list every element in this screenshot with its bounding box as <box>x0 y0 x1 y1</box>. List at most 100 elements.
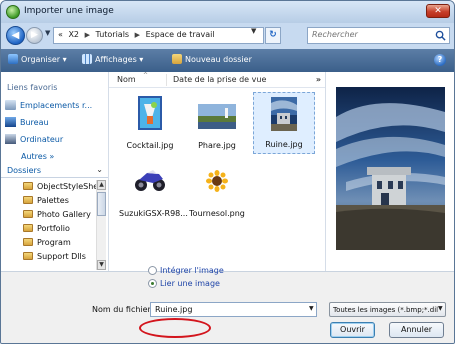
chevron-right-icon[interactable]: ▶ <box>135 31 140 39</box>
favorite-label: Bureau <box>20 118 49 127</box>
search-input[interactable] <box>312 30 430 39</box>
folder-item[interactable]: Photo Gallery <box>23 210 91 219</box>
folder-item[interactable]: Program <box>23 238 71 247</box>
forward-button[interactable]: ▶ <box>26 27 43 44</box>
link-label: Lier une image <box>160 279 220 288</box>
breadcrumb-overflow[interactable]: « <box>58 30 63 39</box>
chevron-down-icon[interactable]: ⌄ <box>96 165 103 174</box>
chevron-right-icon[interactable]: ▶ <box>85 31 90 39</box>
history-dropdown-icon[interactable]: ▼ <box>45 29 50 37</box>
folder-label: Palettes <box>37 196 69 205</box>
search-box[interactable] <box>307 27 450 44</box>
file-type-dropdown-icon[interactable]: ▼ <box>438 305 443 312</box>
address-dropdown-icon[interactable]: ▼ <box>251 27 256 35</box>
lighthouse-thumb-icon <box>198 104 236 129</box>
file-name: Ruine.jpg <box>265 140 303 149</box>
folder-label: Portfolio <box>37 224 70 233</box>
column-divider[interactable] <box>166 74 167 86</box>
scroll-thumb[interactable] <box>97 192 106 216</box>
link-radio[interactable] <box>148 279 157 288</box>
file-item[interactable]: SuzukiGSX-R98... <box>119 160 188 222</box>
title-bar: Importer une image ✕ <box>1 1 454 23</box>
search-icon[interactable] <box>435 30 446 41</box>
link-image-option[interactable]: Lier une image <box>148 279 220 288</box>
file-item[interactable]: Tournesol.png <box>186 160 248 222</box>
file-type-select[interactable]: Toutes les images (*.bmp;*.dil <box>329 302 446 317</box>
file-item[interactable]: Phare.jpg <box>186 92 248 154</box>
embed-label: Intégrer l'image <box>160 266 224 275</box>
preview-pane <box>325 72 454 271</box>
breadcrumb-item-workspace[interactable]: Espace de travail <box>146 30 215 39</box>
image-preview <box>336 87 445 250</box>
favorites-header: Liens favoris <box>7 83 58 92</box>
favorite-label: Ordinateur <box>20 135 64 144</box>
views-icon <box>82 54 92 64</box>
open-button[interactable]: Ouvrir <box>330 322 375 338</box>
favorite-recent-places[interactable]: Emplacements r... <box>5 100 92 110</box>
scroll-down-icon[interactable]: ▼ <box>97 260 106 270</box>
folder-icon <box>23 224 33 232</box>
views-menu[interactable]: Affichages ▾ <box>82 54 143 64</box>
favorite-desktop[interactable]: Bureau <box>5 117 49 127</box>
ruin-thumb-icon <box>271 97 297 131</box>
folder-item[interactable]: Portfolio <box>23 224 70 233</box>
back-button[interactable]: ◀ <box>6 26 25 45</box>
annotation-ellipse <box>139 318 211 338</box>
folder-icon <box>23 252 33 260</box>
folders-scrollbar[interactable]: ▲ ▼ <box>96 180 106 270</box>
window-title: Importer une image <box>24 6 114 16</box>
computer-icon <box>5 134 16 144</box>
motorcycle-thumb-icon <box>135 170 165 191</box>
filename-dropdown-icon[interactable]: ▼ <box>309 305 314 312</box>
organize-icon <box>8 54 18 64</box>
file-name: SuzukiGSX-R98... <box>119 209 188 218</box>
organize-label: Organiser <box>21 55 61 64</box>
cancel-button[interactable]: Annuler <box>389 322 444 338</box>
folder-icon <box>23 210 33 218</box>
address-row: ◀ ▶ ▼ « X2 ▶ Tutorials ▶ Espace de trava… <box>1 23 454 49</box>
folder-item[interactable]: Support Dlls <box>23 252 86 261</box>
favorite-computer[interactable]: Ordinateur <box>5 134 63 144</box>
file-name: Tournesol.png <box>189 209 245 218</box>
more-favorites-link[interactable]: Autres » <box>21 152 54 161</box>
file-name: Cocktail.jpg <box>126 141 174 150</box>
folder-icon <box>23 238 33 246</box>
folder-icon <box>23 196 33 204</box>
embed-image-option[interactable]: Intégrer l'image <box>148 266 224 275</box>
toolbar: Organiser ▾ Affichages ▾ Nouveau dossier… <box>1 49 454 72</box>
desktop-icon <box>5 117 16 127</box>
folders-header[interactable]: Dossiers ⌄ <box>1 165 108 178</box>
import-image-dialog: Importer une image ✕ ◀ ▶ ▼ « X2 ▶ Tutori… <box>0 0 455 344</box>
folder-item[interactable]: ObjectStyleShe <box>23 182 98 191</box>
more-columns-button[interactable]: » <box>316 75 321 84</box>
app-icon <box>6 5 20 19</box>
scroll-up-icon[interactable]: ▲ <box>97 180 106 190</box>
column-date[interactable]: Date de la prise de vue <box>173 75 266 84</box>
folders-label: Dossiers <box>7 166 41 175</box>
column-name[interactable]: Nom <box>117 75 136 84</box>
folder-label: Photo Gallery <box>37 210 91 219</box>
cocktail-thumb-icon <box>138 96 162 130</box>
organize-menu[interactable]: Organiser ▾ <box>8 54 67 64</box>
file-name: Phare.jpg <box>198 141 236 150</box>
folder-item[interactable]: Palettes <box>23 196 69 205</box>
favorite-label: Emplacements r... <box>20 101 93 110</box>
embed-radio[interactable] <box>148 266 157 275</box>
views-label: Affichages <box>95 55 137 64</box>
breadcrumb[interactable]: « X2 ▶ Tutorials ▶ Espace de travail <box>53 27 264 44</box>
file-item[interactable]: Cocktail.jpg <box>119 92 181 154</box>
breadcrumb-item-tutorials[interactable]: Tutorials <box>96 30 130 39</box>
close-button[interactable]: ✕ <box>426 4 450 18</box>
breadcrumb-item-x2[interactable]: X2 <box>68 30 79 39</box>
refresh-button[interactable]: ↻ <box>265 27 281 44</box>
navigation-pane: Liens favoris Emplacements r... Bureau O… <box>1 72 109 271</box>
filename-field[interactable] <box>150 302 317 317</box>
sort-arrow-icon: ^ <box>143 72 149 79</box>
folder-label: ObjectStyleShe <box>37 182 99 191</box>
dialog-footer: Intégrer l'image Lier une image Nom du f… <box>1 266 454 343</box>
help-icon[interactable]: ? <box>434 54 446 66</box>
file-item-selected[interactable]: Ruine.jpg <box>253 92 315 154</box>
folder-label: Support Dlls <box>37 252 86 261</box>
sunflower-thumb-icon <box>206 170 228 192</box>
new-folder-button[interactable]: Nouveau dossier <box>172 54 252 64</box>
